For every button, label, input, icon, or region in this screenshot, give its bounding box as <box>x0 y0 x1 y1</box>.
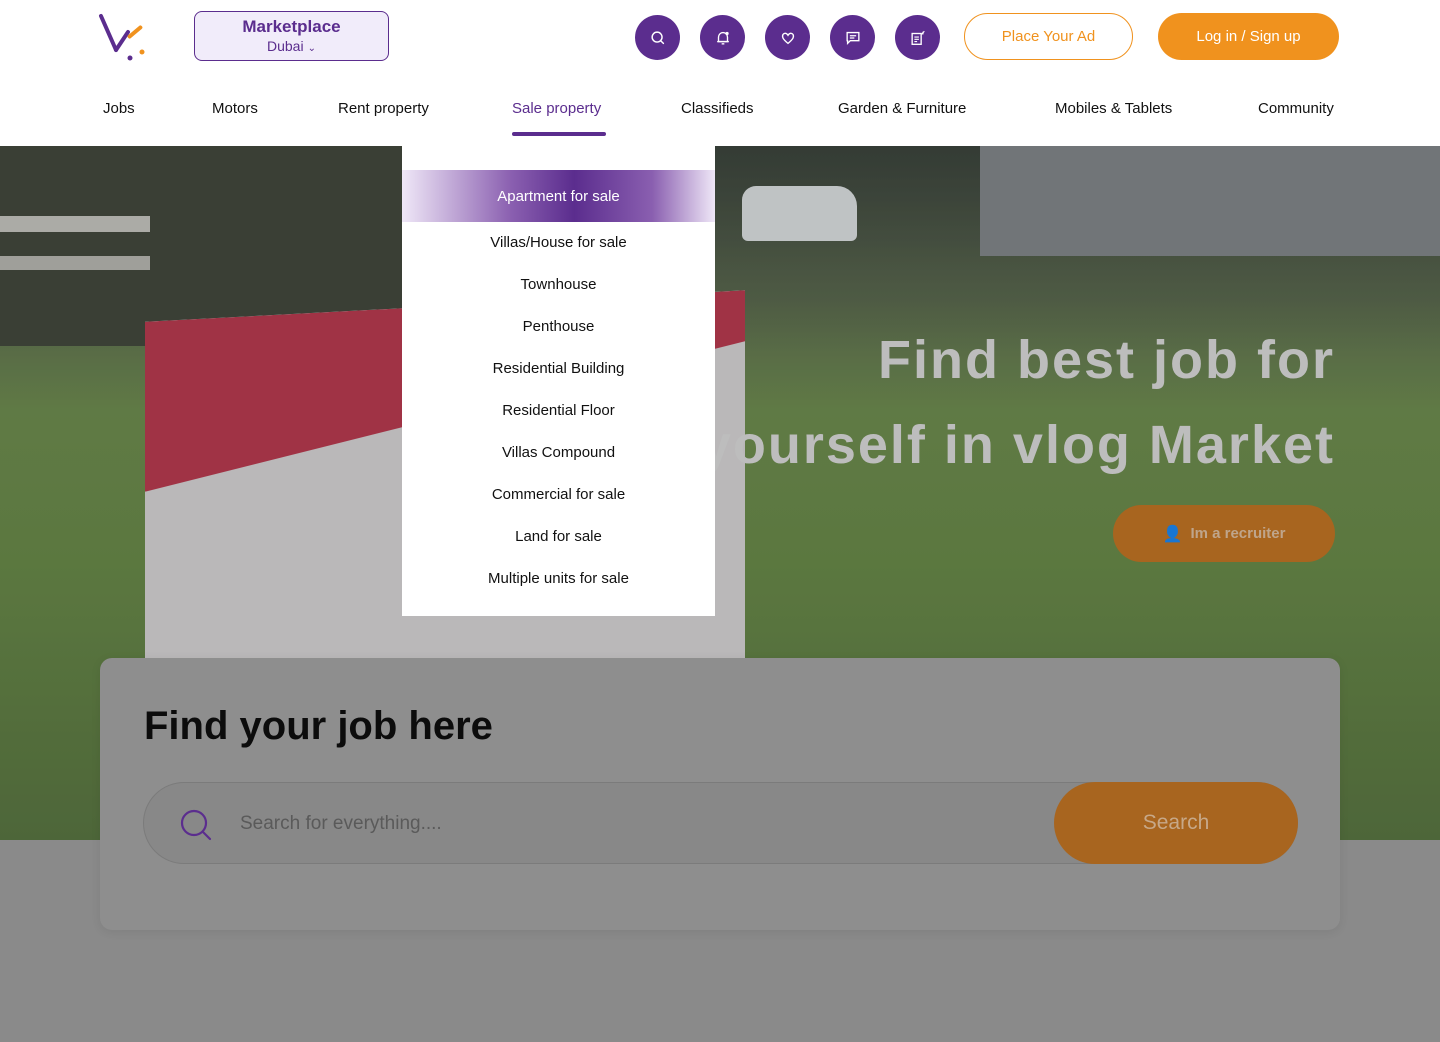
nav-item-sale-property[interactable]: Sale property <box>512 100 601 117</box>
chevron-down-icon: ⌄ <box>307 43 316 54</box>
search-button[interactable]: Search <box>1054 782 1298 864</box>
nav-item-rent-property[interactable]: Rent property <box>338 100 429 117</box>
hero-title-line1: Find best job for <box>878 330 1335 390</box>
messages-button[interactable] <box>830 15 875 60</box>
document-icon <box>910 30 925 45</box>
sale-property-dropdown: Apartment for sale Villas/House for sale… <box>402 146 715 616</box>
hero-title-line2: yourself in vlog Market <box>700 415 1335 475</box>
hero-title: Find best job for yourself in vlog Marke… <box>701 318 1335 488</box>
search-icon <box>650 30 664 44</box>
login-signup-button[interactable]: Log in / Sign up <box>1158 13 1339 60</box>
nav-item-mobiles-tablets[interactable]: Mobiles & Tablets <box>1055 100 1172 117</box>
marketplace-city: Dubai ⌄ <box>267 38 316 54</box>
dropdown-item-residential-building[interactable]: Residential Building <box>402 347 715 389</box>
dropdown-item-multiple-units[interactable]: Multiple units for sale <box>402 557 715 599</box>
nav-item-classifieds[interactable]: Classifieds <box>681 100 754 117</box>
notification-bell-icon <box>716 31 729 45</box>
person-icon: 👤 <box>1162 525 1183 543</box>
dropdown-item-land-for-sale[interactable]: Land for sale <box>402 515 715 557</box>
dropdown-item-townhouse[interactable]: Townhouse <box>402 263 715 305</box>
dropdown-item-penthouse[interactable]: Penthouse <box>402 305 715 347</box>
recruiter-label: Im a recruiter <box>1190 525 1286 542</box>
notifications-button[interactable] <box>700 15 745 60</box>
recruiter-button[interactable]: 👤 Im a recruiter <box>1113 505 1335 562</box>
marketplace-selector[interactable]: Marketplace Dubai ⌄ <box>194 11 389 61</box>
marketplace-title: Marketplace <box>242 17 341 36</box>
search-icon-button[interactable] <box>635 15 680 60</box>
nav-item-jobs[interactable]: Jobs <box>103 100 135 117</box>
heart-icon <box>781 32 794 44</box>
active-nav-underline <box>512 132 606 136</box>
job-search-panel: Find your job here Search <box>100 658 1340 930</box>
dropdown-item-apartment-for-sale[interactable]: Apartment for sale <box>402 170 715 222</box>
dropdown-item-villas-compound[interactable]: Villas Compound <box>402 431 715 473</box>
dropdown-item-villas-house[interactable]: Villas/House for sale <box>402 221 715 263</box>
brand-logo[interactable] <box>98 12 148 62</box>
dropdown-item-commercial-for-sale[interactable]: Commercial for sale <box>402 473 715 515</box>
place-your-ad-button[interactable]: Place Your Ad <box>964 13 1133 60</box>
dropdown-item-residential-floor[interactable]: Residential Floor <box>402 389 715 431</box>
favorites-button[interactable] <box>765 15 810 60</box>
nav-item-community[interactable]: Community <box>1258 100 1334 117</box>
top-header: Marketplace Dubai ⌄ Place Your Ad Log in … <box>0 0 1440 146</box>
search-panel-title: Find your job here <box>144 704 493 748</box>
nav-item-motors[interactable]: Motors <box>212 100 258 117</box>
search-icon <box>180 809 212 841</box>
nav-item-garden-furniture[interactable]: Garden & Furniture <box>838 100 966 117</box>
search-input[interactable] <box>240 805 1020 843</box>
my-ads-button[interactable] <box>895 15 940 60</box>
chat-icon <box>845 31 860 45</box>
